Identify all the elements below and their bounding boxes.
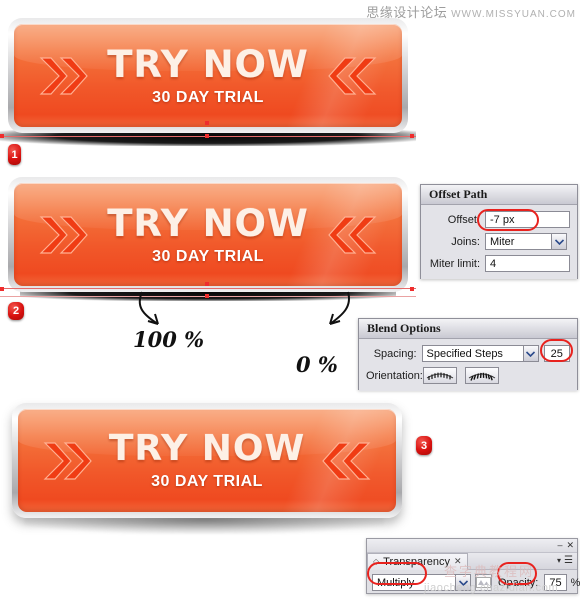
- tab-transparency-label: Transparency: [383, 555, 450, 568]
- anchor-point: [410, 134, 414, 138]
- step-badge-1: 1: [8, 144, 21, 165]
- button-3-wrap: TRY NOW 30 DAY TRIAL: [12, 403, 402, 518]
- button-3-face: TRY NOW 30 DAY TRIAL: [18, 409, 396, 512]
- orientation-label: Orientation:: [366, 369, 423, 382]
- joins-select[interactable]: Miter: [485, 233, 567, 250]
- miter-limit-row: Miter limit: 4: [428, 255, 570, 272]
- button-2-label-group: TRY NOW 30 DAY TRIAL: [14, 183, 402, 286]
- joins-row: Joins: Miter: [428, 233, 570, 250]
- close-icon[interactable]: ✕: [566, 541, 574, 550]
- align-to-path-icon[interactable]: [465, 367, 499, 384]
- button-1-subtitle: 30 DAY TRIAL: [152, 88, 264, 106]
- offset-path-panel: Offset Path Offset: -7 px Joins: Miter M…: [420, 184, 578, 279]
- offset-input[interactable]: -7 px: [485, 211, 570, 228]
- button-3[interactable]: TRY NOW 30 DAY TRIAL: [12, 403, 402, 518]
- watermark-middle: 查字典教程网: [444, 564, 535, 579]
- chevron-down-icon[interactable]: [551, 233, 567, 250]
- opacity-unit: %: [570, 576, 580, 589]
- spacing-steps-input[interactable]: 25: [543, 345, 570, 362]
- chevron-down-icon[interactable]: [522, 345, 539, 362]
- blend-options-panel-title: Blend Options: [359, 319, 577, 339]
- button-1[interactable]: TRY NOW 30 DAY TRIAL: [8, 18, 408, 133]
- orientation-row: Orientation:: [366, 367, 570, 384]
- joins-select-value: Miter: [485, 233, 551, 250]
- anchor-point: [0, 134, 4, 138]
- button-1-title: TRY NOW: [107, 42, 309, 86]
- button-2-wrap: TRY NOW 30 DAY TRIAL: [8, 177, 408, 292]
- button-1-face: TRY NOW 30 DAY TRIAL: [14, 24, 402, 127]
- spacing-label: Spacing:: [373, 347, 417, 360]
- button-2-subtitle: 30 DAY TRIAL: [152, 247, 264, 265]
- align-to-page-icon[interactable]: [423, 367, 457, 384]
- transparency-panel-titlebar: – ✕: [367, 539, 577, 553]
- spacing-select-value: Specified Steps: [421, 345, 523, 362]
- button-1-wrap: TRY NOW 30 DAY TRIAL: [8, 18, 408, 133]
- button-3-title: TRY NOW: [108, 428, 306, 469]
- panel-menu-icon[interactable]: ☰: [564, 555, 573, 566]
- button-2[interactable]: TRY NOW 30 DAY TRIAL: [8, 177, 408, 292]
- anchor-point: [205, 121, 209, 125]
- panel-menu-group: ▾ ☰: [557, 555, 573, 566]
- spacing-row: Spacing: Specified Steps 25: [366, 345, 570, 362]
- panel-menu-arrow-icon[interactable]: ▾: [557, 556, 561, 565]
- annotation-100-percent: 100 %: [133, 327, 205, 352]
- button-1-label-group: TRY NOW 30 DAY TRIAL: [14, 24, 402, 127]
- panel-dot-icon: ◇: [373, 557, 380, 566]
- button-2-face: TRY NOW 30 DAY TRIAL: [14, 183, 402, 286]
- offset-label: Offset:: [447, 213, 480, 226]
- spacing-select[interactable]: Specified Steps: [421, 345, 539, 362]
- anchor-point: [205, 282, 209, 286]
- blend-options-panel-body: Spacing: Specified Steps 25 Orientation:: [359, 339, 577, 391]
- step-badge-3: 3: [416, 436, 432, 455]
- watermark-top-url: WWW.MISSYUAN.COM: [451, 9, 576, 20]
- anchor-point: [205, 134, 209, 138]
- joins-label: Joins:: [451, 235, 480, 248]
- miter-limit-input[interactable]: 4: [485, 255, 570, 272]
- watermark-bottom: jiaocheng.chazidian.com: [424, 582, 559, 594]
- offset-row: Offset: -7 px: [428, 211, 570, 228]
- button-3-subtitle: 30 DAY TRIAL: [151, 473, 263, 490]
- anchor-point: [0, 287, 4, 291]
- button-2-title: TRY NOW: [107, 201, 309, 245]
- offset-path-panel-title: Offset Path: [421, 185, 577, 205]
- minimize-icon[interactable]: –: [557, 541, 562, 550]
- miter-limit-label: Miter limit:: [429, 257, 480, 270]
- button-3-label-group: TRY NOW 30 DAY TRIAL: [18, 409, 396, 512]
- offset-path-panel-body: Offset: -7 px Joins: Miter Miter limit: …: [421, 205, 577, 279]
- step-badge-2: 2: [8, 302, 24, 320]
- anchor-point: [410, 287, 414, 291]
- blend-options-panel: Blend Options Spacing: Specified Steps 2…: [358, 318, 578, 391]
- annotation-0-percent: 0 %: [296, 352, 338, 377]
